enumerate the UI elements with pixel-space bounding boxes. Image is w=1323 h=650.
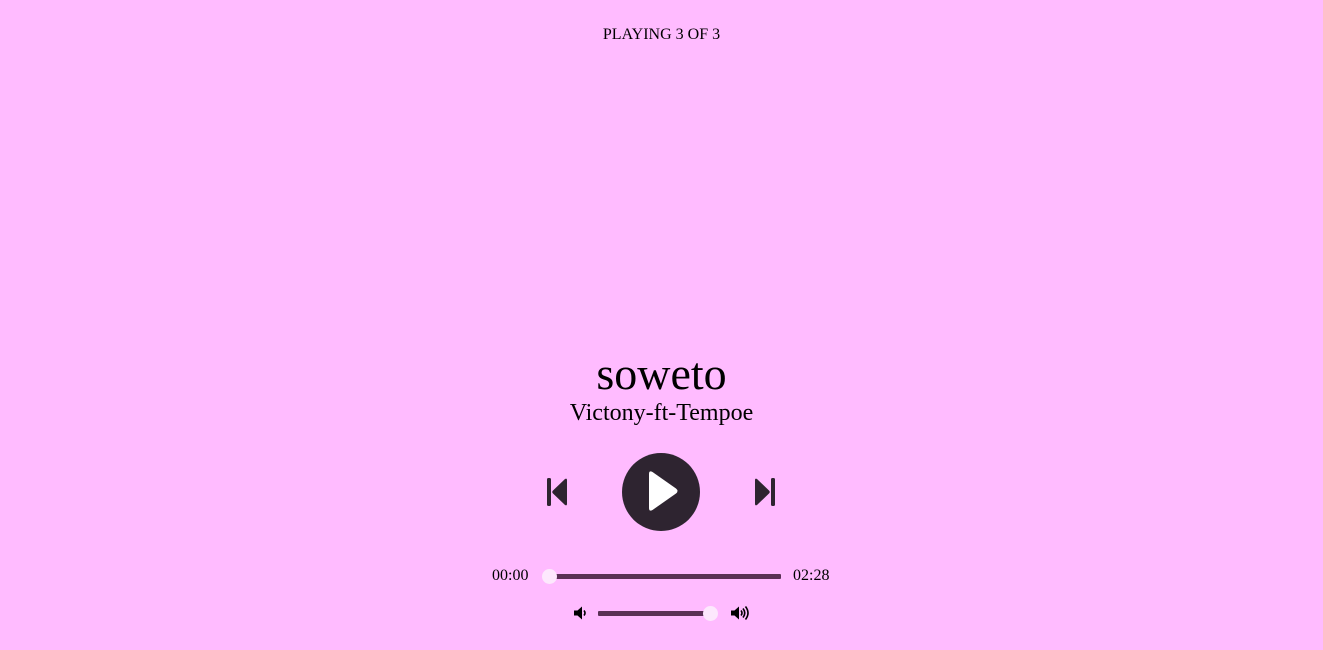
skip-next-icon (755, 478, 775, 506)
total-time: 02:28 (793, 567, 830, 584)
track-title: soweto (596, 348, 727, 399)
album-art-area (460, 60, 863, 340)
seek-slider-thumb[interactable] (541, 569, 557, 584)
seek-slider[interactable] (541, 569, 781, 584)
volume-up-icon[interactable] (730, 605, 750, 621)
volume-row (0, 602, 1323, 624)
current-time: 00:00 (492, 567, 529, 584)
previous-button[interactable] (541, 475, 573, 509)
track-artist: Victony-ft-Tempoe (569, 400, 754, 426)
play-icon (649, 471, 678, 511)
volume-down-icon[interactable] (573, 605, 589, 621)
volume-slider-thumb[interactable] (702, 606, 718, 621)
volume-slider[interactable] (598, 606, 718, 621)
music-player: PLAYING 3 OF 3 soweto Victony-ft-Tempoe … (0, 0, 1323, 650)
now-playing-label: PLAYING 3 OF 3 (602, 26, 721, 43)
playback-controls (0, 453, 1323, 531)
seek-bar-row: 00:00 02:28 (0, 565, 1323, 587)
next-button[interactable] (749, 475, 781, 509)
skip-previous-icon (547, 478, 567, 506)
play-button[interactable] (622, 453, 700, 531)
